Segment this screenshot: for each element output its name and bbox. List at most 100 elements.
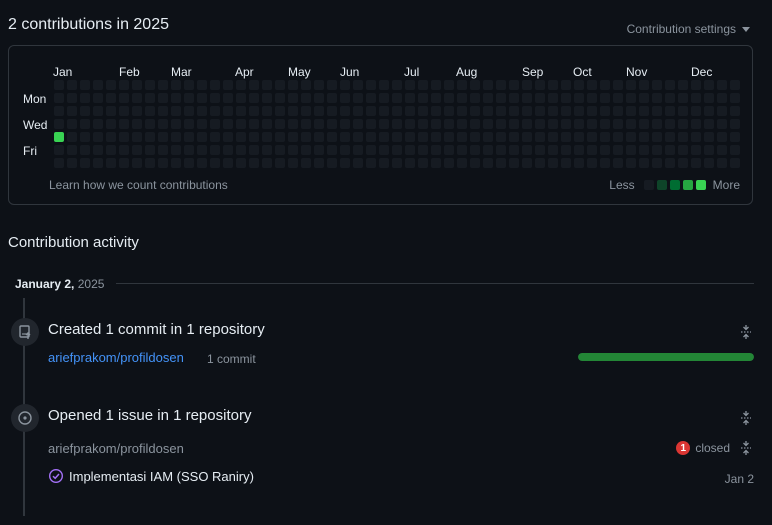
contribution-day-cell[interactable] — [704, 145, 714, 155]
contribution-day-cell[interactable] — [470, 93, 480, 103]
contribution-day-cell[interactable] — [106, 106, 116, 116]
contribution-day-cell[interactable] — [457, 158, 467, 168]
contribution-day-cell[interactable] — [353, 119, 363, 129]
contribution-day-cell[interactable] — [197, 145, 207, 155]
contribution-day-cell[interactable] — [366, 132, 376, 142]
contribution-day-cell[interactable] — [444, 158, 454, 168]
contribution-day-cell[interactable] — [353, 80, 363, 90]
contribution-day-cell[interactable] — [457, 145, 467, 155]
contribution-day-cell[interactable] — [561, 132, 571, 142]
contribution-day-cell[interactable] — [665, 132, 675, 142]
contribution-day-cell[interactable] — [392, 80, 402, 90]
contribution-day-cell[interactable] — [717, 132, 727, 142]
contribution-day-cell[interactable] — [470, 158, 480, 168]
fold-icon[interactable] — [740, 410, 752, 426]
contribution-day-cell[interactable] — [67, 106, 77, 116]
contribution-day-cell[interactable] — [184, 80, 194, 90]
contribution-day-cell[interactable] — [80, 80, 90, 90]
contribution-day-cell[interactable] — [184, 145, 194, 155]
contribution-day-cell[interactable] — [327, 145, 337, 155]
contribution-day-cell[interactable] — [691, 80, 701, 90]
contribution-day-cell[interactable] — [613, 119, 623, 129]
contribution-day-cell[interactable] — [405, 145, 415, 155]
contribution-day-cell[interactable] — [210, 106, 220, 116]
contribution-day-cell[interactable] — [262, 93, 272, 103]
contribution-day-cell[interactable] — [379, 132, 389, 142]
contribution-day-cell[interactable] — [678, 93, 688, 103]
contribution-day-cell[interactable] — [54, 80, 64, 90]
contribution-day-cell[interactable] — [54, 132, 64, 142]
contribution-day-cell[interactable] — [236, 119, 246, 129]
contribution-day-cell[interactable] — [691, 119, 701, 129]
contribution-day-cell[interactable] — [353, 106, 363, 116]
contribution-day-cell[interactable] — [379, 119, 389, 129]
contribution-day-cell[interactable] — [353, 158, 363, 168]
contribution-day-cell[interactable] — [197, 93, 207, 103]
contribution-day-cell[interactable] — [730, 80, 740, 90]
contribution-day-cell[interactable] — [314, 80, 324, 90]
contribution-day-cell[interactable] — [340, 80, 350, 90]
contribution-day-cell[interactable] — [457, 106, 467, 116]
contribution-day-cell[interactable] — [67, 93, 77, 103]
contribution-day-cell[interactable] — [704, 106, 714, 116]
contribution-day-cell[interactable] — [132, 158, 142, 168]
contribution-day-cell[interactable] — [366, 145, 376, 155]
contribution-day-cell[interactable] — [483, 145, 493, 155]
contribution-day-cell[interactable] — [54, 119, 64, 129]
contribution-day-cell[interactable] — [561, 106, 571, 116]
contribution-day-cell[interactable] — [249, 132, 259, 142]
commit-count[interactable]: 1 commit — [207, 352, 256, 366]
contribution-day-cell[interactable] — [262, 132, 272, 142]
closed-issues-summary[interactable]: 1 closed — [676, 441, 730, 455]
contribution-day-cell[interactable] — [392, 145, 402, 155]
contribution-day-cell[interactable] — [249, 106, 259, 116]
contribution-day-cell[interactable] — [340, 93, 350, 103]
contribution-day-cell[interactable] — [132, 132, 142, 142]
contribution-day-cell[interactable] — [119, 80, 129, 90]
contribution-day-cell[interactable] — [327, 119, 337, 129]
contribution-day-cell[interactable] — [145, 158, 155, 168]
contribution-day-cell[interactable] — [392, 119, 402, 129]
contribution-day-cell[interactable] — [197, 119, 207, 129]
contribution-day-cell[interactable] — [80, 119, 90, 129]
contribution-day-cell[interactable] — [158, 145, 168, 155]
contribution-day-cell[interactable] — [509, 106, 519, 116]
contribution-day-cell[interactable] — [496, 158, 506, 168]
contribution-day-cell[interactable] — [106, 119, 116, 129]
contribution-day-cell[interactable] — [366, 106, 376, 116]
contribution-day-cell[interactable] — [717, 119, 727, 129]
contribution-day-cell[interactable] — [106, 132, 116, 142]
contribution-day-cell[interactable] — [639, 158, 649, 168]
contribution-day-cell[interactable] — [158, 93, 168, 103]
contribution-day-cell[interactable] — [548, 132, 558, 142]
contribution-day-cell[interactable] — [548, 80, 558, 90]
contribution-day-cell[interactable] — [561, 119, 571, 129]
contribution-day-cell[interactable] — [639, 119, 649, 129]
contribution-day-cell[interactable] — [340, 106, 350, 116]
contribution-day-cell[interactable] — [392, 158, 402, 168]
contribution-day-cell[interactable] — [184, 106, 194, 116]
contribution-day-cell[interactable] — [327, 93, 337, 103]
contribution-day-cell[interactable] — [717, 158, 727, 168]
contribution-day-cell[interactable] — [405, 80, 415, 90]
contribution-day-cell[interactable] — [483, 93, 493, 103]
contribution-day-cell[interactable] — [353, 145, 363, 155]
contribution-day-cell[interactable] — [145, 106, 155, 116]
contribution-day-cell[interactable] — [80, 106, 90, 116]
contribution-day-cell[interactable] — [600, 119, 610, 129]
contribution-day-cell[interactable] — [314, 132, 324, 142]
contribution-day-cell[interactable] — [262, 106, 272, 116]
contribution-day-cell[interactable] — [405, 132, 415, 142]
contribution-day-cell[interactable] — [275, 158, 285, 168]
contribution-day-cell[interactable] — [574, 106, 584, 116]
contribution-day-cell[interactable] — [119, 145, 129, 155]
contribution-day-cell[interactable] — [197, 158, 207, 168]
fold-icon[interactable] — [740, 440, 752, 456]
contribution-day-cell[interactable] — [483, 106, 493, 116]
contribution-day-cell[interactable] — [301, 132, 311, 142]
contribution-day-cell[interactable] — [431, 106, 441, 116]
contribution-day-cell[interactable] — [600, 158, 610, 168]
contribution-day-cell[interactable] — [132, 80, 142, 90]
contribution-day-cell[interactable] — [145, 119, 155, 129]
contribution-day-cell[interactable] — [639, 145, 649, 155]
